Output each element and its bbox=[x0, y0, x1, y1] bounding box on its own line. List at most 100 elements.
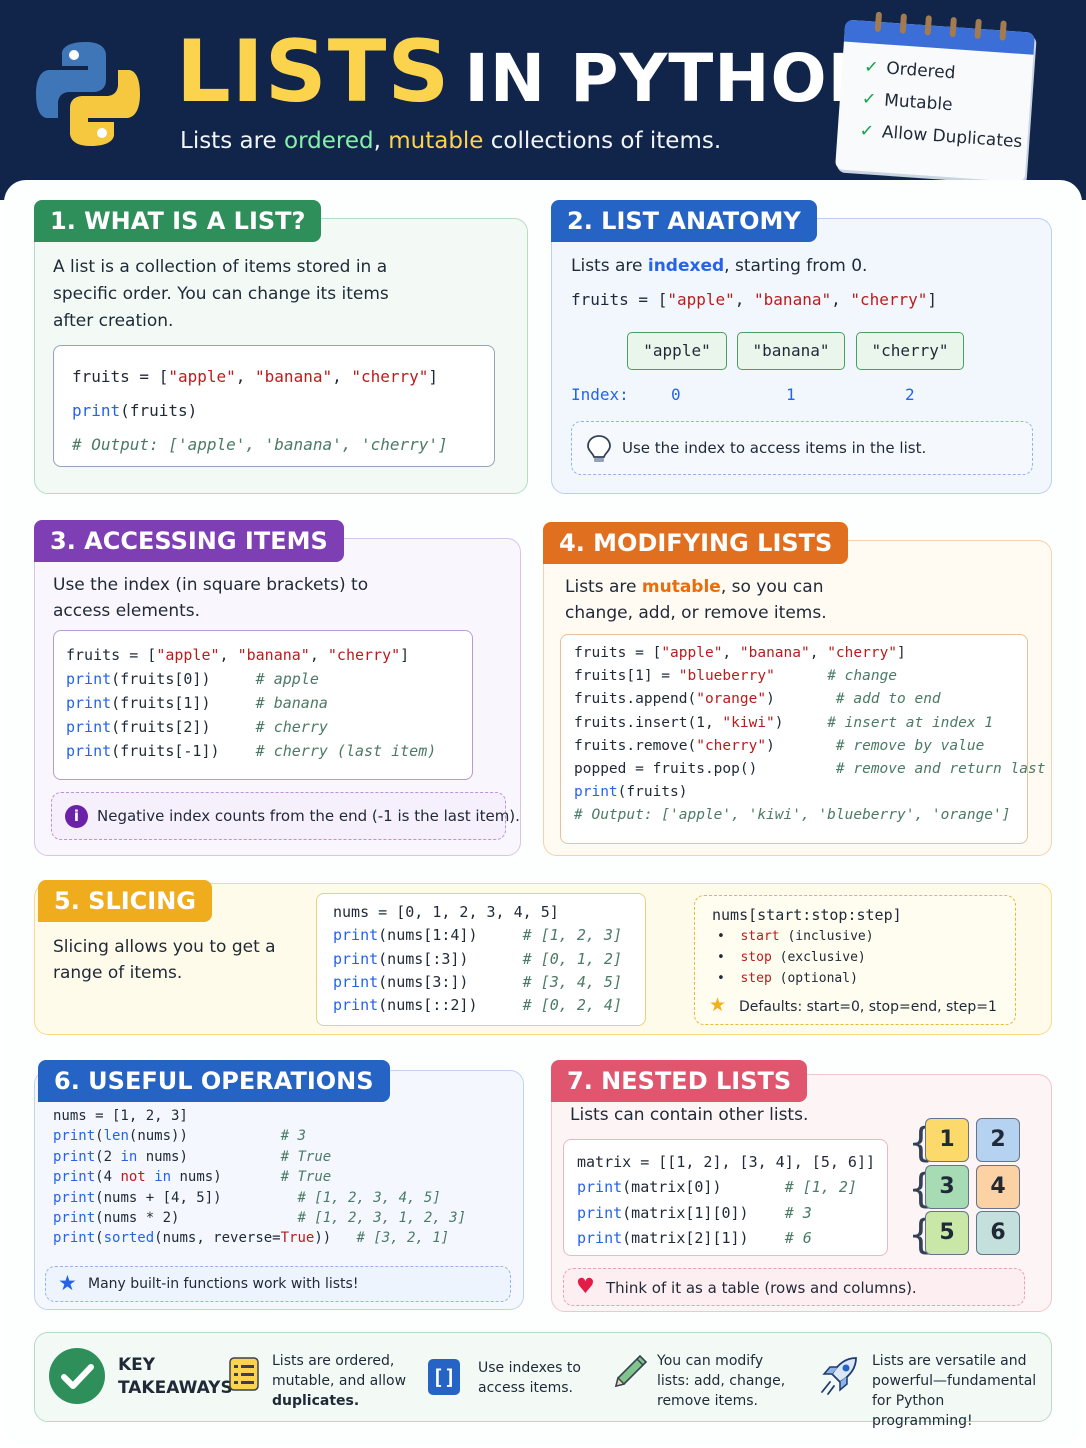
code-token: , bbox=[235, 367, 256, 386]
section-4-tag: 4. MODIFYING LISTS bbox=[543, 522, 849, 564]
element-box: "cherry" bbox=[856, 332, 964, 370]
takeaway-bold: duplicates. bbox=[272, 1393, 360, 1409]
check-icon: ✓ bbox=[859, 120, 875, 142]
code-lines: fruits = ["apple", "banana", "cherry"] pr… bbox=[66, 643, 436, 763]
checklist-label: Allow Duplicates bbox=[881, 122, 1023, 153]
page-title: LISTS IN PYTHON bbox=[176, 22, 884, 129]
code-token: # remove and return last bbox=[835, 761, 1046, 778]
param-desc: (optional) bbox=[779, 971, 858, 986]
takeaway-3: You can modify lists: add, change, remov… bbox=[657, 1353, 786, 1409]
code-lines: fruits = ["apple", "banana", "cherry"] bbox=[571, 289, 937, 311]
python-logo bbox=[36, 42, 140, 146]
code-line: print(sorted(nums, reverse=True)) # [3, … bbox=[53, 1228, 466, 1248]
code-token: # Output: ['apple', 'banana', 'cherry'] bbox=[72, 435, 448, 454]
code-token: , bbox=[219, 646, 238, 664]
lightbulb-icon bbox=[587, 435, 611, 462]
tip-text: Many built-in functions work with lists! bbox=[88, 1276, 359, 1292]
index-value: 1 bbox=[786, 385, 796, 404]
matrix-cell: 1 bbox=[925, 1118, 969, 1162]
matrix-cell: 4 bbox=[976, 1165, 1020, 1209]
title-lists: LISTS bbox=[176, 22, 451, 122]
code-token: # [1, 2, 3, 4, 5] bbox=[297, 1189, 441, 1206]
param-name: stop bbox=[740, 950, 772, 965]
subtitle-text: , bbox=[373, 128, 389, 154]
code-line: print(fruits[-1]) # cherry (last item) bbox=[66, 739, 436, 763]
code-token: (nums[1:4]) bbox=[378, 926, 523, 945]
matrix-cell: 5 bbox=[925, 1211, 969, 1255]
section-4-text: Lists are mutable, so you can change, ad… bbox=[565, 574, 895, 626]
code-token: "cherry" bbox=[351, 367, 429, 386]
code-token: # [3, 2, 1] bbox=[356, 1230, 450, 1247]
section-3-text: Use the index (in square brackets) to ac… bbox=[53, 575, 369, 621]
code-token: # 3 bbox=[280, 1128, 306, 1145]
code-token: (nums, reverse= bbox=[154, 1230, 281, 1247]
code-token: "banana" bbox=[754, 290, 832, 309]
code-token: print bbox=[66, 694, 112, 712]
code-token: fruits.insert(1, bbox=[574, 714, 723, 731]
section-2-tag: 2. LIST ANATOMY bbox=[551, 200, 817, 242]
code-token: "banana" bbox=[237, 646, 310, 664]
code-line: print(nums[3:]) # [3, 4, 5] bbox=[333, 971, 622, 994]
code-token: (nums * 2) bbox=[95, 1210, 298, 1227]
code-token: # change bbox=[827, 668, 898, 685]
code-token: (matrix[1][0]) bbox=[622, 1203, 785, 1222]
code-token: "banana" bbox=[739, 645, 810, 661]
checklist-item: ✓ Ordered bbox=[864, 57, 957, 83]
code-token: # cherry bbox=[255, 718, 328, 736]
code-token: # remove by value bbox=[835, 737, 985, 754]
code-token: # [1, 2] bbox=[784, 1178, 857, 1197]
code-line: print(fruits) bbox=[574, 781, 1045, 804]
code-token: print bbox=[66, 742, 112, 760]
code-line: print(matrix[1][0]) # 3 bbox=[577, 1201, 875, 1226]
slice-syntax-note: nums[start:stop:step] • start (inclusive… bbox=[694, 895, 1016, 1025]
code-token: ] bbox=[428, 367, 439, 386]
code-token: fruits.append( bbox=[574, 691, 697, 708]
code-token: print bbox=[577, 1203, 623, 1222]
code-token: fruits = [ bbox=[72, 367, 169, 386]
checklist-item: ✓ Allow Duplicates bbox=[859, 121, 1023, 152]
code-token: # banana bbox=[255, 694, 328, 712]
code-line: nums = [0, 1, 2, 3, 4, 5] bbox=[333, 901, 622, 924]
takeaway-text: Lists are ordered, mutable, and allow bbox=[272, 1353, 407, 1389]
code-line: print(2 in nums) # True bbox=[53, 1147, 466, 1167]
code-token: # [0, 2, 4] bbox=[522, 996, 622, 1015]
index-value: 2 bbox=[905, 385, 915, 404]
subtitle-ordered: ordered bbox=[284, 128, 374, 154]
code-token: # [1, 2, 3] bbox=[522, 926, 622, 945]
section-5-text: Slicing allows you to get a range of ite… bbox=[53, 937, 276, 983]
code-token: nums = [0, 1, 2, 3, 4, 5] bbox=[333, 903, 559, 921]
code-token: "kiwi" bbox=[722, 714, 775, 731]
code-token: popped = fruits.pop() bbox=[574, 761, 836, 778]
tip-text: Think of it as a table (rows and columns… bbox=[606, 1279, 917, 1297]
code-token: sorted bbox=[103, 1230, 155, 1247]
code-token: # insert at index 1 bbox=[827, 714, 994, 731]
code-token: print bbox=[53, 1230, 96, 1247]
param-desc: (exclusive) bbox=[779, 950, 866, 965]
code-token: in bbox=[154, 1169, 172, 1186]
code-token: "banana" bbox=[255, 367, 333, 386]
code-token: (2 bbox=[95, 1148, 121, 1165]
subtitle-mutable: mutable bbox=[388, 128, 484, 154]
code-token: ( bbox=[95, 1230, 104, 1247]
text-highlight: indexed bbox=[647, 256, 725, 276]
title-in-python: IN PYTHON bbox=[464, 40, 884, 117]
code-token: # True bbox=[280, 1169, 332, 1186]
takeaways-title: KEY TAKEAWAYS bbox=[118, 1354, 233, 1400]
code-line: print(nums[:3]) # [0, 1, 2] bbox=[333, 948, 622, 971]
subtitle-text: Lists are bbox=[180, 128, 285, 154]
code-token: print bbox=[66, 670, 112, 688]
text-part: Lists are bbox=[571, 256, 648, 276]
code-token: (nums + [4, 5]) bbox=[95, 1189, 298, 1206]
code-line: nums = [1, 2, 3] bbox=[53, 1106, 466, 1126]
code-token: print bbox=[53, 1169, 96, 1186]
code-line: fruits.append("orange") # add to end bbox=[574, 688, 1045, 711]
code-token: nums) bbox=[137, 1148, 281, 1165]
code-line: fruits = ["apple", "banana", "cherry"] bbox=[571, 289, 937, 311]
code-token: ( bbox=[95, 1128, 104, 1145]
code-token: , bbox=[809, 645, 828, 661]
code-lines: nums = [1, 2, 3] print(len(nums)) # 3 prin… bbox=[53, 1106, 466, 1249]
heart-icon: ♥ bbox=[576, 1274, 595, 1298]
code-token: print bbox=[333, 926, 379, 945]
